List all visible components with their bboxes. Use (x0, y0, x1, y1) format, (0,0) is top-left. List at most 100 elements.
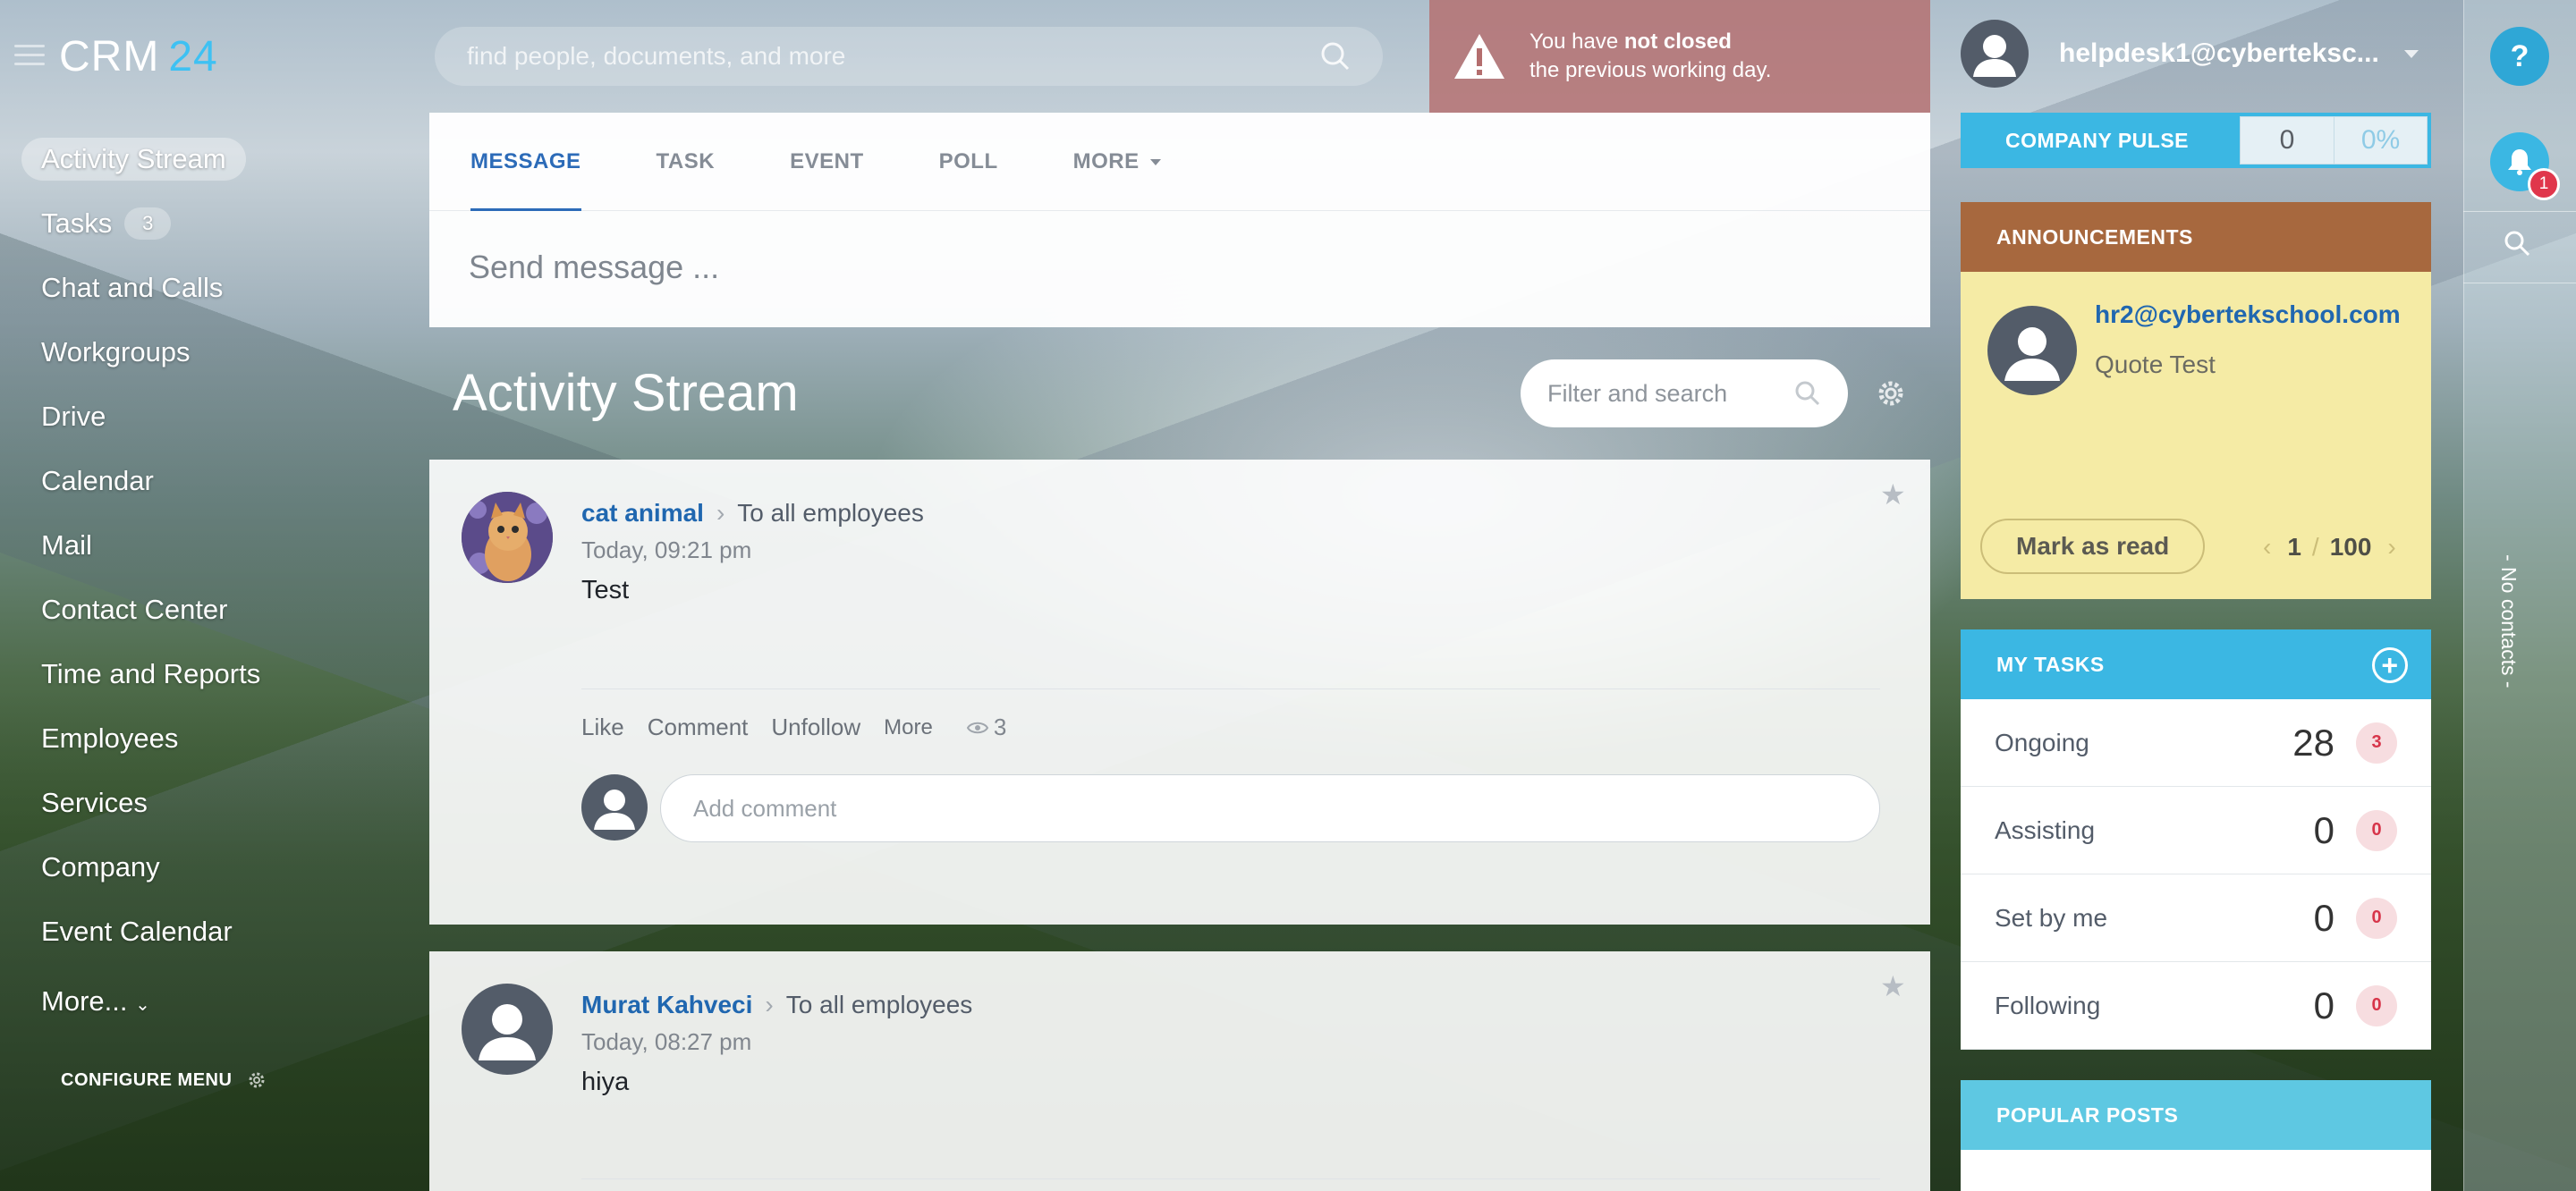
tab-task[interactable]: TASK (657, 113, 716, 211)
configure-menu-label: CONFIGURE MENU (61, 1069, 233, 1090)
task-row-value: 0 (2313, 984, 2334, 1026)
no-contacts-label: - No contacts - (2497, 554, 2521, 688)
post-composer: MESSAGE TASK EVENT POLL MORE Send messag… (429, 113, 1930, 327)
post-timestamp[interactable]: Today, 09:21 pm (581, 536, 751, 564)
user-icon (594, 790, 635, 830)
task-row-label: Following (1995, 991, 2101, 1019)
mark-as-read-button[interactable]: Mark as read (1980, 519, 2206, 574)
sidebar-item-services[interactable]: Services (41, 771, 363, 835)
sidebar-item-drive[interactable]: Drive (41, 384, 363, 449)
post-destination[interactable]: To all employees (737, 499, 924, 528)
my-tasks-widget: MY TASKS + Ongoing 28 3 Assisting 0 0 Se… (1961, 629, 2431, 1050)
logo[interactable]: CRM 24 (59, 32, 218, 81)
menu-toggle-icon[interactable] (14, 45, 45, 66)
announcements-widget: ANNOUNCEMENTS hr2@cybertekschool.com Quo… (1961, 202, 2431, 599)
tasks-count-badge: 3 (124, 207, 172, 240)
task-row-counter: 0 (2356, 809, 2397, 851)
popular-posts-title: POPULAR POSTS (1961, 1080, 2431, 1150)
composer-tabs: MESSAGE TASK EVENT POLL MORE (429, 113, 1930, 211)
company-pulse[interactable]: COMPANY PULSE 0 0% (1961, 113, 2431, 168)
search-placeholder: find people, documents, and more (467, 42, 846, 70)
sidebar-item-label: More... (41, 985, 128, 1017)
help-button[interactable]: ? (2490, 27, 2549, 86)
sidebar-item-company[interactable]: Company (41, 835, 363, 900)
user-icon (1973, 35, 2016, 77)
sidebar-item-label: Contact Center (41, 594, 228, 625)
sidebar-item-mail[interactable]: Mail (41, 513, 363, 578)
views-counter[interactable]: 3 (966, 714, 1030, 741)
search-icon[interactable] (1320, 41, 1351, 72)
configure-menu-button[interactable]: CONFIGURE MENU (61, 1069, 267, 1091)
avatar[interactable] (1987, 306, 2077, 395)
user-menu[interactable]: helpdesk1@cyberteksc... (1961, 20, 2419, 88)
author-avatar[interactable] (462, 984, 553, 1075)
star-icon[interactable]: ★ (1880, 477, 1906, 511)
like-button[interactable]: Like (581, 714, 624, 741)
warning-text: You have (1530, 30, 1624, 54)
send-message-input[interactable]: Send message ... (429, 211, 1930, 324)
sidebar-item-chat-and-calls[interactable]: Chat and Calls (41, 256, 363, 320)
task-row-ongoing[interactable]: Ongoing 28 3 (1961, 699, 2431, 787)
sidebar-item-label: Workgroups (41, 336, 191, 367)
task-row-following[interactable]: Following 0 0 (1961, 962, 2431, 1050)
views-count: 3 (993, 714, 1007, 740)
tab-event[interactable]: EVENT (790, 113, 864, 211)
author-link[interactable]: cat animal (581, 499, 704, 528)
chevron-left-icon[interactable]: ‹ (2263, 533, 2271, 562)
tab-more[interactable]: MORE (1073, 113, 1161, 211)
workday-warning-banner[interactable]: You have not closed the previous working … (1429, 0, 1930, 113)
add-task-icon[interactable]: + (2372, 647, 2408, 683)
filter-search-input[interactable]: Filter and search (1521, 359, 1848, 427)
post-text: Test (581, 576, 630, 604)
sidebar-item-label: Calendar (41, 465, 154, 496)
more-button[interactable]: More (884, 715, 933, 740)
user-icon (479, 1004, 536, 1060)
my-tasks-title[interactable]: MY TASKS (1996, 653, 2105, 677)
post-destination[interactable]: To all employees (786, 991, 973, 1019)
stream-settings-gear-icon[interactable] (1875, 377, 1907, 414)
pager-current: 1 (2287, 533, 2301, 561)
star-icon[interactable]: ★ (1880, 969, 1906, 1003)
unfollow-button[interactable]: Unfollow (771, 714, 860, 741)
sidebar-item-time-and-reports[interactable]: Time and Reports (41, 642, 363, 706)
sidebar-item-calendar[interactable]: Calendar (41, 449, 363, 513)
sidebar-item-workgroups[interactable]: Workgroups (41, 320, 363, 384)
gear-icon (249, 1072, 265, 1088)
chevron-right-icon[interactable]: › (2387, 533, 2395, 562)
cat-photo-icon (462, 492, 553, 583)
author-link[interactable]: Murat Kahveci (581, 991, 752, 1019)
pulse-percent: 0% (2334, 117, 2427, 164)
post-actions: Like Comment Unfollow More 3 (581, 714, 1053, 741)
announcement-text[interactable]: Quote Test (2095, 351, 2216, 379)
logo-text: CRM (59, 33, 160, 80)
sidebar-item-label: Chat and Calls (41, 272, 224, 303)
chevron-down-icon (2403, 49, 2419, 58)
task-row-counter: 3 (2356, 722, 2397, 764)
comment-button[interactable]: Comment (648, 714, 749, 741)
task-row-assisting[interactable]: Assisting 0 0 (1961, 787, 2431, 874)
search-icon (1795, 381, 1820, 406)
global-search-input[interactable]: find people, documents, and more (435, 27, 1383, 86)
author-avatar[interactable] (462, 492, 553, 583)
feed-post: Murat Kahveci › To all employees Today, … (429, 951, 1930, 1191)
chevron-right-icon: › (765, 991, 774, 1018)
sidebar-item-event-calendar[interactable]: Event Calendar (41, 900, 363, 964)
chevron-right-icon: › (716, 499, 725, 527)
announcement-author-link[interactable]: hr2@cybertekschool.com (2095, 300, 2401, 329)
contact-search-icon[interactable] (2503, 229, 2531, 262)
tab-poll[interactable]: POLL (939, 113, 998, 211)
tab-message[interactable]: MESSAGE (470, 113, 581, 211)
task-row-set-by-me[interactable]: Set by me 0 0 (1961, 874, 2431, 962)
sidebar-item-label: Tasks (41, 207, 113, 239)
tab-more-label: MORE (1072, 149, 1140, 173)
warning-text-line2: the previous working day. (1530, 58, 1772, 82)
sidebar-item-more[interactable]: More... ⌄ (41, 969, 363, 1034)
add-comment-input[interactable]: Add comment (660, 774, 1880, 842)
sidebar-item-tasks[interactable]: Tasks 3 (41, 191, 363, 256)
task-row-label: Set by me (1995, 903, 2108, 932)
sidebar-item-contact-center[interactable]: Contact Center (41, 578, 363, 642)
sidebar-item-activity-stream[interactable]: Activity Stream (21, 127, 363, 191)
notifications-button[interactable]: 1 (2490, 132, 2560, 200)
sidebar-item-employees[interactable]: Employees (41, 706, 363, 771)
post-timestamp[interactable]: Today, 08:27 pm (581, 1028, 751, 1056)
